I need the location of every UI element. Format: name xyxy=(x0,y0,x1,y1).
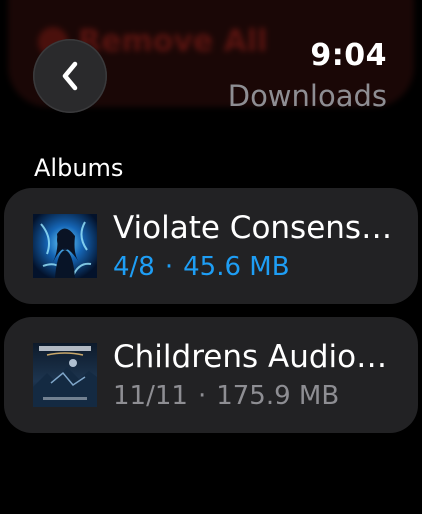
page-title: Downloads xyxy=(227,79,387,113)
album-artwork xyxy=(33,214,97,278)
album-row[interactable]: Childrens Audio… 11/11 · 175.9 MB xyxy=(4,317,418,433)
remove-all-label: Remove All xyxy=(78,24,268,59)
album-row[interactable]: Violate Consens… 4/8 · 45.6 MB xyxy=(4,188,418,304)
album-title: Childrens Audio… xyxy=(113,339,388,375)
separator-dot: · xyxy=(164,252,174,282)
album-download-status: 11/11 · 175.9 MB xyxy=(113,381,339,411)
back-button[interactable] xyxy=(33,39,107,113)
section-label-albums: Albums xyxy=(34,154,124,182)
clock: 9:04 xyxy=(310,38,387,73)
album-title: Violate Consens… xyxy=(113,210,393,246)
album-artwork xyxy=(33,343,97,407)
download-size: 45.6 MB xyxy=(183,252,290,282)
chevron-left-icon xyxy=(62,61,78,91)
download-size: 175.9 MB xyxy=(216,381,340,411)
track-progress: 11/11 xyxy=(113,381,188,411)
separator-dot: · xyxy=(197,381,207,411)
album-download-status: 4/8 · 45.6 MB xyxy=(113,252,290,282)
track-progress: 4/8 xyxy=(113,252,155,282)
